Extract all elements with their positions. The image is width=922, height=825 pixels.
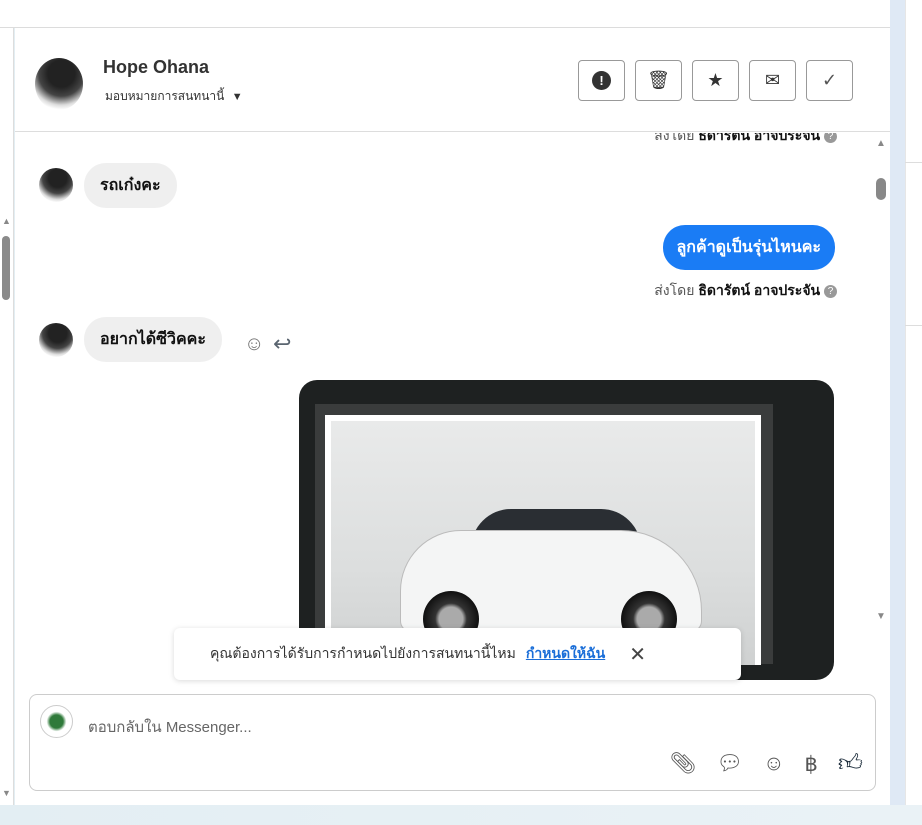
- caret-down-icon: ▼: [231, 91, 243, 103]
- emoji-icon[interactable]: ☺: [763, 752, 784, 776]
- message-scrollbar[interactable]: ▲ ▼: [873, 133, 889, 623]
- assign-to-me-link[interactable]: กำหนดให้ฉัน: [526, 643, 605, 665]
- attach-icon[interactable]: 📎︎: [670, 752, 697, 776]
- baht-icon[interactable]: ฿: [805, 752, 818, 777]
- conversation-panel: Hope Ohana มอบหมายการสนทนานี้ ▼ ! 🗑 ★ ✉ …: [15, 28, 890, 805]
- thumbs-up-icon[interactable]: 👍︎: [838, 750, 863, 778]
- check-icon: ✓: [821, 70, 838, 90]
- trash-icon: 🗑: [647, 70, 670, 90]
- left-column: ▲ ▼: [0, 28, 14, 805]
- assign-label: มอบหมายการสนทนานี้: [105, 89, 225, 103]
- notice-text: คุณต้องการได้รับการกำหนดไปยังการสนทนานี้…: [210, 645, 516, 661]
- close-icon[interactable]: ✕: [629, 642, 646, 667]
- spam-button[interactable]: !: [578, 60, 625, 101]
- sent-by-label: ส่งโดย ธิดารัตน์ อาจประจัน ?: [654, 133, 837, 147]
- assign-notice: คุณต้องการได้รับการกำหนดไปยังการสนทนานี้…: [174, 628, 741, 680]
- contact-name: Hope Ohana: [103, 57, 210, 77]
- contact-avatar: [39, 168, 73, 202]
- mark-done-button[interactable]: ✓: [806, 60, 853, 101]
- page-avatar: [40, 705, 73, 738]
- star-icon: ★: [707, 70, 724, 90]
- alert-icon: !: [592, 71, 611, 90]
- saved-reply-icon[interactable]: 💬︎: [716, 752, 743, 776]
- mail-icon: ✉: [764, 70, 781, 90]
- mark-unread-button[interactable]: ✉: [749, 60, 796, 101]
- reply-icon[interactable]: ↩: [273, 331, 291, 357]
- top-bar: [0, 0, 890, 28]
- sent-by-label: ส่งโดย ธิดารัตน์ อาจประจัน ?: [654, 280, 837, 302]
- delete-button[interactable]: 🗑: [635, 60, 682, 101]
- contact-avatar: [39, 323, 73, 357]
- assign-dropdown[interactable]: มอบหมายการสนทนานี้ ▼: [105, 87, 243, 106]
- contact-avatar[interactable]: [35, 58, 83, 110]
- reply-composer[interactable]: ตอบกลับใน Messenger... 📎︎ 💬︎ ☺ ฿ 👍︎: [29, 694, 876, 791]
- help-icon[interactable]: ?: [824, 284, 837, 298]
- incoming-message[interactable]: อยากได้ซีวิคคะ: [84, 317, 222, 362]
- outgoing-message[interactable]: ลูกค้าดูเป็นรุ่นไหนคะ: [662, 225, 835, 270]
- star-button[interactable]: ★: [692, 60, 739, 101]
- incoming-message[interactable]: รถเก๋งคะ: [84, 163, 177, 208]
- conversation-header: Hope Ohana มอบหมายการสนทนานี้ ▼ ! 🗑 ★ ✉ …: [15, 28, 890, 132]
- right-column: [890, 0, 922, 805]
- react-emoji-icon[interactable]: ☺: [244, 333, 264, 356]
- reply-input[interactable]: ตอบกลับใน Messenger...: [88, 715, 252, 739]
- left-scrollbar[interactable]: [2, 236, 10, 300]
- help-icon[interactable]: ?: [824, 133, 837, 143]
